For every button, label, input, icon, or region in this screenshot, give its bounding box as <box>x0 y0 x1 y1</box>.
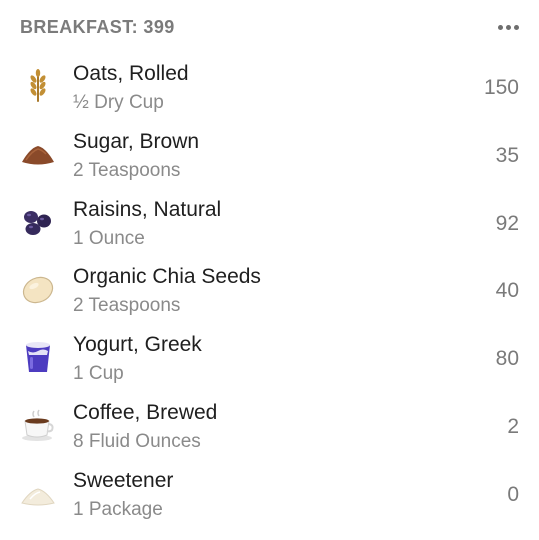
meal-header: BREAKFAST: 399 <box>20 12 519 42</box>
wheat-icon <box>20 68 56 104</box>
food-calories: 35 <box>495 143 519 167</box>
food-row-chia-seeds[interactable]: Organic Chia Seeds 2 Teaspoons 40 <box>0 259 539 327</box>
food-name: Raisins, Natural <box>73 197 222 221</box>
food-name: Sweetener <box>73 468 174 492</box>
food-row-oats[interactable]: Oats, Rolled ½ Dry Cup 150 <box>0 56 539 124</box>
yogurt-cup-icon <box>20 339 56 375</box>
food-calories: 2 <box>507 414 519 438</box>
meal-title: BREAKFAST: 399 <box>20 16 175 37</box>
food-row-yogurt[interactable]: Yogurt, Greek 1 Cup 80 <box>0 327 539 395</box>
food-serving: ½ Dry Cup <box>73 92 164 113</box>
food-calories: 40 <box>495 279 519 303</box>
food-serving: 8 Fluid Ounces <box>73 430 201 452</box>
food-row-coffee[interactable]: Coffee, Brewed 8 Fluid Ounces 2 <box>0 395 539 463</box>
more-horizontal-icon <box>498 24 503 30</box>
food-serving: 2 Teaspoons <box>73 295 181 317</box>
food-name: Coffee, Brewed <box>73 400 218 424</box>
food-serving: 2 Teaspoons <box>73 159 181 181</box>
food-serving: 1 Cup <box>73 363 124 385</box>
food-row-sweetener[interactable]: Sweetener 1 Package 0 <box>0 463 539 531</box>
food-name: Organic Chia Seeds <box>73 265 261 289</box>
food-name: Sugar, Brown <box>73 129 200 153</box>
more-options-button[interactable] <box>492 21 519 34</box>
seed-icon <box>20 271 56 307</box>
food-calories: 80 <box>495 347 519 371</box>
coffee-cup-icon <box>20 407 56 443</box>
food-calories: 92 <box>495 211 519 235</box>
food-row-sugar[interactable]: Sugar, Brown 2 Teaspoons 35 <box>0 124 539 192</box>
food-serving: 1 Package <box>73 498 163 520</box>
food-row-raisins[interactable]: Raisins, Natural 1 Ounce 92 <box>0 192 539 260</box>
brown-sugar-pile-icon <box>20 136 56 172</box>
raisins-icon <box>20 204 56 240</box>
sweetener-pile-icon <box>20 475 56 511</box>
food-calories: 0 <box>507 482 519 506</box>
food-calories: 150 <box>483 76 519 99</box>
food-name: Yogurt, Greek <box>73 333 202 357</box>
food-name: Oats, Rolled <box>73 62 189 85</box>
food-serving: 1 Ounce <box>73 227 145 249</box>
food-list: Oats, Rolled ½ Dry Cup 150 Sugar, Brown … <box>0 56 539 531</box>
